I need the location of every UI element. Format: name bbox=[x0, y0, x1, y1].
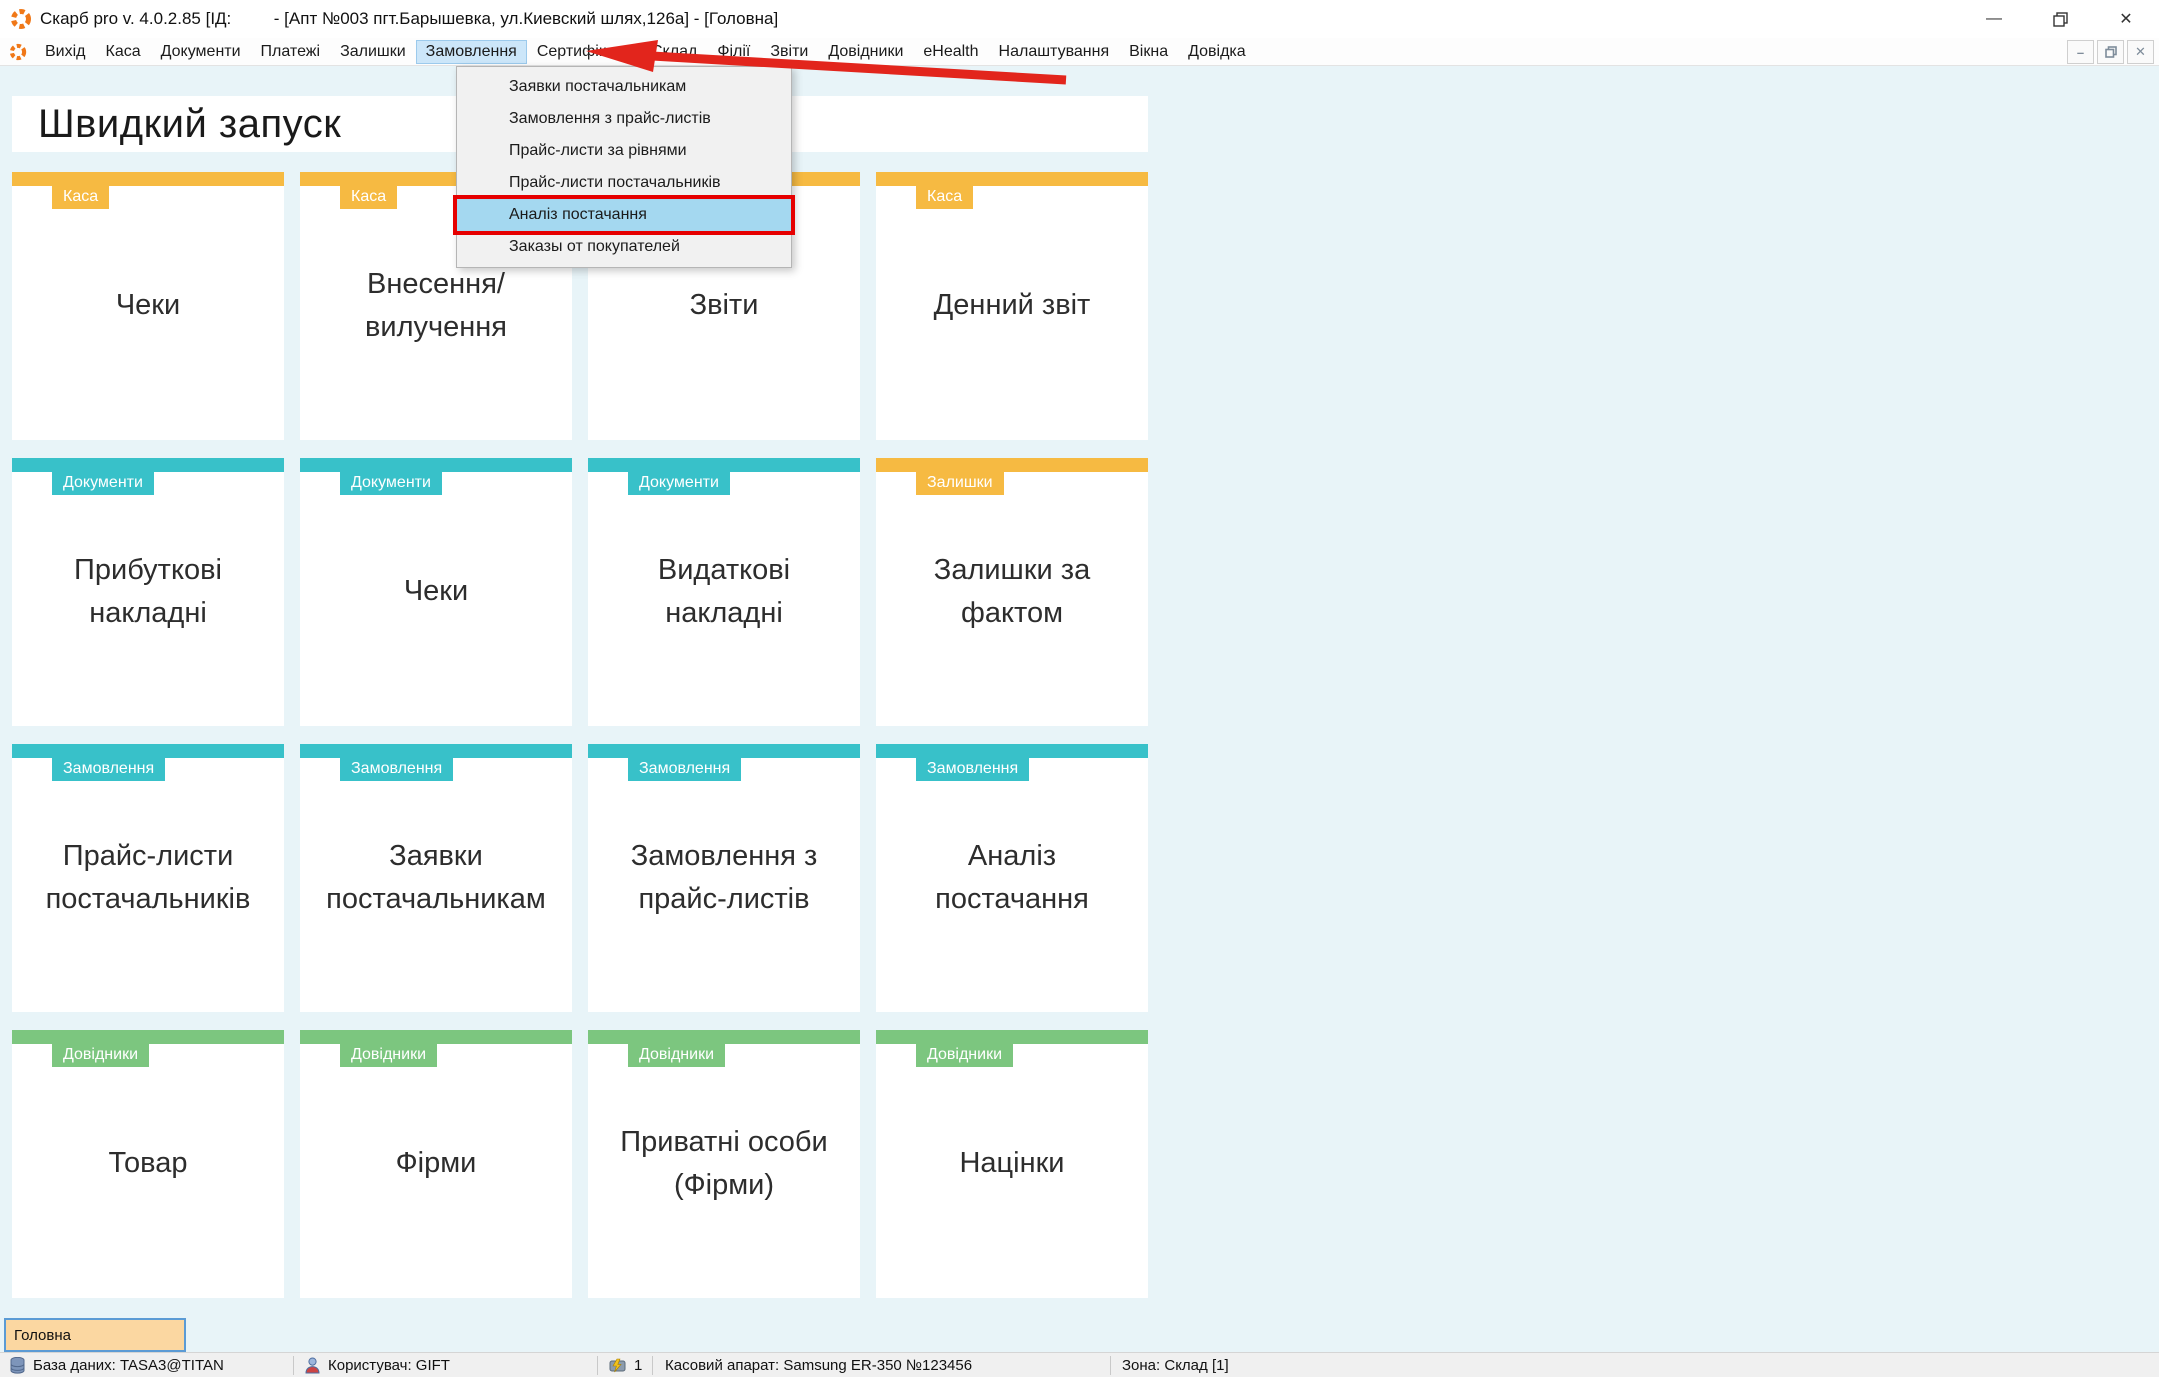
menu-item-zvity[interactable]: Звіти bbox=[760, 40, 818, 64]
dropdown-item-price-lysty-postachalnykiv[interactable]: Прайс-листи постачальників bbox=[457, 167, 791, 199]
tile-label: Чеки bbox=[115, 289, 181, 322]
tile-label: Заявки постачальникам bbox=[326, 839, 546, 916]
menu-item-dovidka[interactable]: Довідка bbox=[1178, 40, 1256, 64]
tile-natsinky[interactable]: Довідники Націнки bbox=[876, 1030, 1148, 1298]
mdi-window-controls: – ✕ bbox=[2067, 40, 2154, 64]
menu-items: Вихід Каса Документи Платежі Залишки Зам… bbox=[35, 39, 1256, 64]
dropdown-item-analiz-postachannya[interactable]: Аналіз постачання bbox=[457, 199, 791, 231]
status-register-count-text: 1 bbox=[634, 1357, 643, 1374]
tile-label: Залишки за фактом bbox=[933, 553, 1091, 630]
status-database-text: База даних: TASA3@TITAN bbox=[33, 1357, 224, 1374]
tile-label: Фірми bbox=[395, 1147, 477, 1180]
status-cash-register-text: Касовий апарат: Samsung ER-350 №123456 bbox=[665, 1357, 973, 1374]
status-user: Користувач: GIFT bbox=[305, 1353, 450, 1377]
tile-dennyi-zvit[interactable]: Каса Денний звіт bbox=[876, 172, 1148, 440]
tile-price-lysty-postachalnykiv[interactable]: Замовлення Прайс-листи постачальників bbox=[12, 744, 284, 1012]
dropdown-item-zayavky-postachalnykam[interactable]: Заявки постачальникам bbox=[457, 71, 791, 103]
dropdown-item-price-lysty-za-rivnyamy[interactable]: Прайс-листи за рівнями bbox=[457, 135, 791, 167]
tile-label: Замовлення з прайс-листів bbox=[630, 839, 818, 916]
status-cash-register: Касовий апарат: Samsung ER-350 №123456 bbox=[665, 1353, 972, 1377]
tile-label: Товар bbox=[108, 1147, 188, 1180]
status-separator bbox=[652, 1356, 653, 1375]
dropdown-item-zamovlennya-z-price-lystiv[interactable]: Замовлення з прайс-листів bbox=[457, 103, 791, 135]
status-database: База даних: TASA3@TITAN bbox=[10, 1353, 224, 1377]
tile-analiz-postachannya[interactable]: Замовлення Аналіз постачання bbox=[876, 744, 1148, 1012]
menu-item-vikna[interactable]: Вікна bbox=[1119, 40, 1178, 64]
tile-pryvatni-osoby[interactable]: Довідники Приватні особи (Фірми) bbox=[588, 1030, 860, 1298]
app-logo-icon bbox=[11, 9, 31, 29]
restore-icon bbox=[2052, 11, 2068, 27]
tile-label: Аналіз постачання bbox=[935, 839, 1089, 916]
mdi-restore-button[interactable] bbox=[2097, 40, 2124, 64]
menu-item-zalyshky[interactable]: Залишки bbox=[330, 40, 416, 64]
title-bar: Скарб pro v. 4.0.2.85 [ІД: - [Апт №003 п… bbox=[0, 0, 2159, 38]
tile-zalyshky-za-faktom[interactable]: Залишки Залишки за фактом bbox=[876, 458, 1148, 726]
mdi-close-button[interactable]: ✕ bbox=[2127, 40, 2154, 64]
zamovlennya-dropdown-menu: Заявки постачальникам Замовлення з прайс… bbox=[456, 66, 792, 268]
menu-item-sklad[interactable]: Склад bbox=[641, 40, 707, 64]
status-zone-text: Зона: Склад [1] bbox=[1122, 1357, 1229, 1374]
tile-zayavky-postachalnykam[interactable]: Замовлення Заявки постачальникам bbox=[300, 744, 572, 1012]
tile-cheky-dokumenty[interactable]: Документи Чеки bbox=[300, 458, 572, 726]
window-title: Скарб pro v. 4.0.2.85 [ІД: - [Апт №003 п… bbox=[40, 9, 779, 28]
page-title: Швидкий запуск bbox=[38, 101, 342, 146]
status-register-count: 1 bbox=[609, 1353, 642, 1377]
tab-holovna[interactable]: Головна bbox=[4, 1318, 186, 1352]
status-separator bbox=[293, 1356, 294, 1375]
tile-vydatkovi-nakladni[interactable]: Документи Видаткові накладні bbox=[588, 458, 860, 726]
window-restore-button[interactable] bbox=[2027, 0, 2093, 38]
status-bar: База даних: TASA3@TITAN Користувач: GIFT… bbox=[0, 1352, 2159, 1377]
dropdown-item-zakazy-ot-pokupateley[interactable]: Заказы от покупателей bbox=[457, 231, 791, 263]
mdi-minimize-button[interactable]: – bbox=[2067, 40, 2094, 64]
user-icon bbox=[305, 1357, 320, 1374]
tile-label: Чеки bbox=[403, 575, 469, 608]
tile-label: Націнки bbox=[959, 1147, 1065, 1180]
menu-item-vyhid[interactable]: Вихід bbox=[35, 40, 96, 64]
status-zone: Зона: Склад [1] bbox=[1122, 1353, 1229, 1377]
cash-register-icon bbox=[609, 1358, 626, 1373]
status-user-text: Користувач: GIFT bbox=[328, 1357, 450, 1374]
menu-item-dokumenty[interactable]: Документи bbox=[151, 40, 251, 64]
app-logo-icon-small bbox=[9, 43, 27, 60]
window-minimize-button[interactable]: — bbox=[1961, 0, 2027, 38]
menu-item-platezhi[interactable]: Платежі bbox=[251, 40, 331, 64]
tile-firmy[interactable]: Довідники Фірми bbox=[300, 1030, 572, 1298]
tile-label: Прайс-листи постачальників bbox=[45, 839, 251, 916]
status-separator bbox=[1110, 1356, 1111, 1375]
quick-launch-grid: Каса Чеки Каса Внесення/вилучення Каса З… bbox=[12, 172, 1148, 1298]
menu-item-zamovlennya[interactable]: Замовлення bbox=[415, 39, 527, 64]
menu-item-sertyfikaty[interactable]: Сертифікати bbox=[527, 40, 641, 64]
tile-cheky-kasa[interactable]: Каса Чеки bbox=[12, 172, 284, 440]
tile-label: Видаткові накладні bbox=[657, 553, 791, 630]
tile-zamovlennya-z-price-lystiv[interactable]: Замовлення Замовлення з прайс-листів bbox=[588, 744, 860, 1012]
tile-label: Денний звіт bbox=[933, 289, 1091, 322]
menu-item-ehealth[interactable]: eHealth bbox=[913, 40, 988, 64]
menu-item-filii[interactable]: Філії bbox=[707, 40, 760, 64]
menu-item-dovidnyky[interactable]: Довідники bbox=[818, 40, 913, 64]
status-separator bbox=[597, 1356, 598, 1375]
menu-item-kasa[interactable]: Каса bbox=[96, 40, 151, 64]
menu-item-nalashtuvannya[interactable]: Налаштування bbox=[989, 40, 1120, 64]
tile-label: Прибуткові накладні bbox=[74, 553, 222, 630]
menu-bar: Вихід Каса Документи Платежі Залишки Зам… bbox=[0, 38, 2159, 66]
tile-label: Приватні особи (Фірми) bbox=[620, 1125, 828, 1202]
database-icon bbox=[10, 1357, 25, 1374]
tile-tovar[interactable]: Довідники Товар bbox=[12, 1030, 284, 1298]
tab-label: Головна bbox=[14, 1326, 71, 1344]
main-area: Швидкий запуск Каса Чеки Каса Внесення/в… bbox=[0, 66, 2159, 1377]
mdi-restore-icon bbox=[2104, 46, 2117, 58]
tile-prybutkovi-nakladni[interactable]: Документи Прибуткові накладні bbox=[12, 458, 284, 726]
window-close-button[interactable]: ✕ bbox=[2093, 0, 2159, 38]
